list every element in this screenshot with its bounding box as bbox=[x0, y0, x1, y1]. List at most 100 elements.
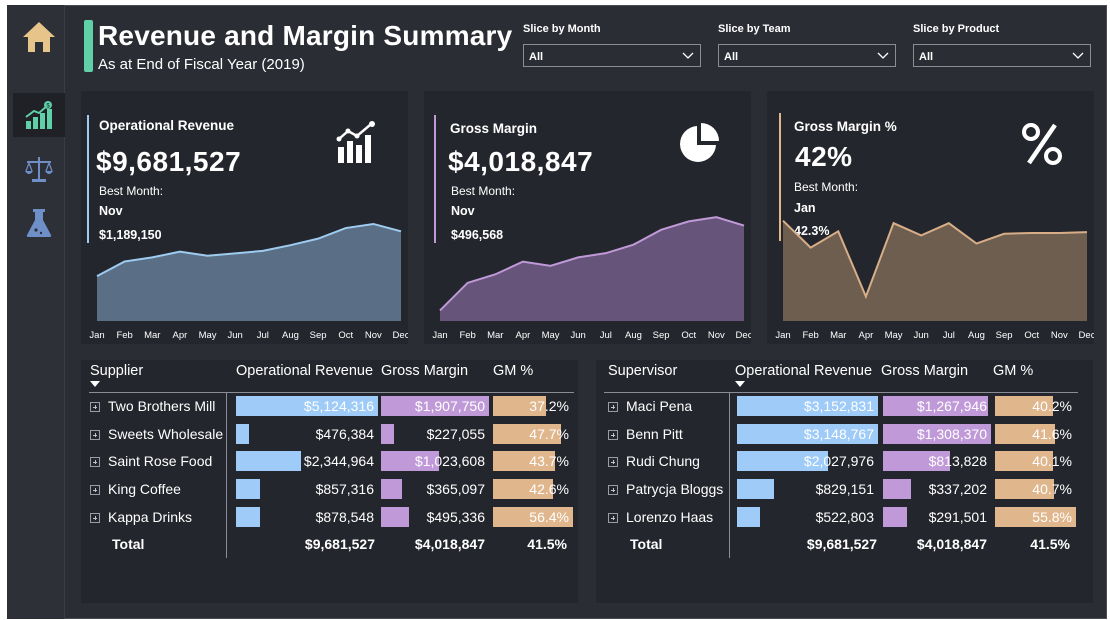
slicer-value: All bbox=[529, 51, 544, 63]
kpi-card-gm-percent: Gross Margin % 42% Best Month: Jan 42.3%… bbox=[767, 91, 1094, 344]
kpi-card-revenue: Operational Revenue $9,681,527 Best Mont… bbox=[81, 91, 408, 344]
x-tick-label: Feb bbox=[459, 330, 475, 341]
gm-percent-value: 40.2% bbox=[1032, 397, 1072, 414]
kpi-title: Gross Margin bbox=[450, 121, 538, 136]
slicer-team: Slice by Team All bbox=[718, 23, 896, 67]
sort-header-supplier[interactable]: Supplier bbox=[90, 360, 232, 392]
supervisor-table: Supervisor Operational Revenue Gross Mar… bbox=[608, 360, 1076, 558]
column-header[interactable]: Supervisor bbox=[608, 360, 733, 392]
gm-percent-cell: 55.8% bbox=[995, 506, 1076, 527]
supervisor-matrix: Supervisor Operational Revenue Gross Mar… bbox=[596, 360, 1093, 603]
table-row[interactable]: Patrycja Bloggs $829,151 $337,202 40.7% bbox=[608, 475, 1076, 503]
table-header-row: Supplier Operational Revenue Gross Margi… bbox=[90, 360, 573, 392]
revenue-page-button[interactable]: $ bbox=[13, 93, 65, 137]
table-row[interactable]: Maci Pena $3,152,831 $1,267,946 40.2% bbox=[608, 392, 1076, 420]
row-label: Patrycja Bloggs bbox=[626, 480, 724, 497]
home-icon bbox=[23, 22, 55, 52]
x-tick-label: Feb bbox=[116, 330, 132, 341]
table-row[interactable]: Sweets Wholesale $476,384 $227,055 47.7% bbox=[90, 420, 573, 448]
column-header[interactable]: Operational Revenue bbox=[232, 360, 379, 392]
column-header[interactable]: Gross Margin bbox=[379, 360, 489, 392]
expand-icon[interactable] bbox=[608, 512, 618, 523]
x-tick-label: Aug bbox=[625, 330, 642, 341]
revenue-bar bbox=[737, 478, 775, 499]
x-tick-label: Apr bbox=[859, 330, 874, 341]
expand-icon[interactable] bbox=[90, 401, 100, 412]
chevron-down-icon bbox=[1072, 52, 1084, 59]
x-tick-label: Sep bbox=[996, 330, 1013, 341]
column-header: Operational Revenue bbox=[735, 363, 873, 379]
slicer-label: Slice by Month bbox=[523, 23, 601, 35]
x-tick-label: Oct bbox=[681, 330, 696, 341]
kpi-best-label: Best Month: bbox=[794, 180, 859, 194]
slicer-value: All bbox=[724, 51, 739, 63]
table-row[interactable]: Kappa Drinks $878,548 $495,336 56.4% bbox=[90, 503, 573, 531]
total-gross-margin: $4,018,847 bbox=[916, 536, 987, 553]
kpi-best-label: Best Month: bbox=[99, 184, 164, 198]
gross-margin-cell: $365,097 bbox=[381, 478, 489, 499]
x-tick-label: Jan bbox=[89, 330, 104, 341]
row-label: Lorenzo Haas bbox=[626, 508, 714, 525]
table-row[interactable]: King Coffee $857,316 $365,097 42.6% bbox=[90, 475, 573, 503]
chevron-down-icon bbox=[877, 52, 889, 59]
balance-page-button[interactable] bbox=[13, 147, 65, 191]
table-row[interactable]: Two Brothers Mill $5,124,316 $1,907,750 37.… bbox=[90, 392, 573, 420]
revenue-cell: $5,124,316 bbox=[236, 395, 378, 416]
slicer-team-dropdown[interactable]: All bbox=[718, 44, 896, 67]
expand-icon[interactable] bbox=[90, 429, 100, 440]
total-label: Total bbox=[630, 536, 663, 553]
slicer-product-dropdown[interactable]: All bbox=[913, 44, 1091, 67]
row-label: Saint Rose Food bbox=[108, 453, 213, 470]
revenue-value: $2,344,964 bbox=[303, 453, 374, 470]
expand-icon[interactable] bbox=[90, 457, 100, 468]
x-tick-label: Jan bbox=[432, 330, 447, 341]
gross-margin-bar bbox=[883, 506, 908, 527]
row-label: Rudi Chung bbox=[626, 453, 700, 470]
x-tick-label: Jul bbox=[600, 330, 612, 341]
gross-margin-value: $1,308,370 bbox=[916, 425, 987, 442]
table-row[interactable]: Rudi Chung $2,027,976 $813,828 40.1% bbox=[608, 447, 1076, 475]
gross-margin-bar bbox=[381, 478, 402, 499]
gross-margin-value: $337,202 bbox=[928, 480, 987, 497]
column-header[interactable]: GM % bbox=[489, 360, 573, 392]
expand-icon[interactable] bbox=[608, 484, 618, 495]
lab-page-button[interactable] bbox=[13, 201, 65, 245]
x-tick-label: Mar bbox=[830, 330, 846, 341]
bar-growth-icon bbox=[336, 121, 375, 163]
gm-percent-value: 55.8% bbox=[1032, 508, 1072, 525]
x-tick-label: Jun bbox=[571, 330, 586, 341]
revenue-bar bbox=[737, 506, 761, 527]
kpi-card-gross-margin: Gross Margin $4,018,847 Best Month: Nov … bbox=[424, 91, 751, 344]
expand-icon[interactable] bbox=[608, 457, 618, 468]
row-label: Benn Pitt bbox=[626, 425, 683, 442]
x-tick-label: Jun bbox=[914, 330, 929, 341]
x-tick-label: Dec bbox=[736, 330, 751, 341]
sort-header-revenue[interactable]: Operational Revenue bbox=[733, 360, 881, 392]
revenue-value: $2,027,976 bbox=[803, 453, 874, 470]
slicer-month-dropdown[interactable]: All bbox=[523, 44, 701, 67]
gm-percent-value: 40.7% bbox=[1032, 480, 1072, 497]
x-tick-label: Jun bbox=[228, 330, 243, 341]
revenue-bar bbox=[236, 423, 250, 444]
column-header[interactable]: Gross Margin bbox=[881, 360, 991, 392]
home-button[interactable] bbox=[13, 15, 65, 59]
expand-icon[interactable] bbox=[90, 512, 100, 523]
table-row[interactable]: Benn Pitt $3,148,767 $1,308,370 41.6% bbox=[608, 420, 1076, 448]
x-tick-label: Jul bbox=[257, 330, 269, 341]
total-gm-percent: 41.5% bbox=[527, 536, 567, 553]
table-row[interactable]: Lorenzo Haas $522,803 $291,501 55.8% bbox=[608, 503, 1076, 531]
percent-icon bbox=[1022, 123, 1062, 165]
expand-icon[interactable] bbox=[608, 401, 618, 412]
column-header[interactable]: GM % bbox=[991, 360, 1076, 392]
x-tick-label: Sep bbox=[310, 330, 327, 341]
gross-margin-bar bbox=[883, 478, 911, 499]
expand-icon[interactable] bbox=[608, 429, 618, 440]
table-row[interactable]: Saint Rose Food $2,344,964 $1,023,608 43.7% bbox=[90, 447, 573, 475]
expand-icon[interactable] bbox=[90, 484, 100, 495]
revenue-bar bbox=[236, 451, 302, 472]
gm-percent-cell: 40.1% bbox=[995, 451, 1076, 472]
gm-percent-cell: 41.6% bbox=[995, 423, 1076, 444]
revenue-cell: $829,151 bbox=[737, 478, 878, 499]
table-header-row: Supervisor Operational Revenue Gross Mar… bbox=[608, 360, 1076, 392]
revenue-cell: $3,152,831 bbox=[737, 395, 878, 416]
